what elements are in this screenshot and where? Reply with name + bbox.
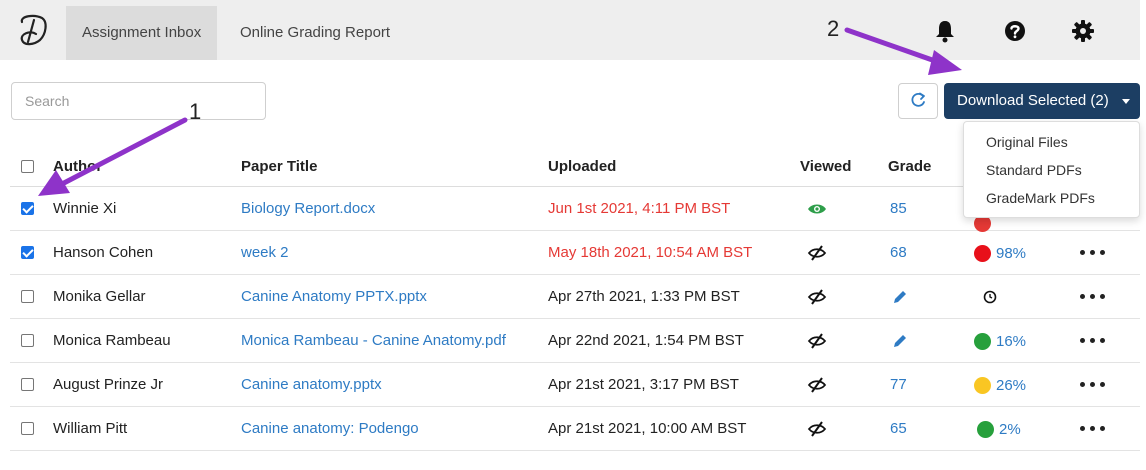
help-icon[interactable] — [1002, 18, 1028, 44]
annotation-label-2: 2 — [827, 16, 840, 41]
more-options-icon[interactable] — [1080, 250, 1110, 256]
similarity-value: 26% — [996, 377, 1027, 394]
paper-title-link[interactable]: Canine Anatomy PPTX.pptx — [241, 288, 427, 305]
upload-date: Apr 27th 2021, 1:33 PM BST — [548, 288, 740, 305]
refresh-button[interactable] — [898, 83, 938, 119]
menu-item-standard-pdfs[interactable]: Standard PDFs — [964, 156, 1139, 184]
author-name: Monica Rambeau — [53, 332, 171, 349]
paper-title-link[interactable]: Canine anatomy.pptx — [241, 376, 382, 393]
upload-date: Apr 21st 2021, 3:17 PM BST — [548, 376, 739, 393]
author-name: Monika Gellar — [53, 288, 146, 305]
row-checkbox[interactable] — [21, 202, 34, 215]
header-viewed[interactable]: Viewed — [800, 158, 851, 175]
refresh-icon — [911, 92, 925, 107]
table-row: Monica Rambeau Monica Rambeau - Canine A… — [10, 319, 1140, 363]
upload-date: Apr 22nd 2021, 1:54 PM BST — [548, 332, 744, 349]
pencil-icon[interactable] — [891, 288, 909, 306]
eye-icon — [808, 204, 826, 214]
upload-date: Jun 1st 2021, 4:11 PM BST — [548, 200, 731, 217]
header-author[interactable]: Author — [53, 158, 102, 175]
chevron-down-icon — [1122, 99, 1130, 104]
row-checkbox[interactable] — [21, 246, 34, 259]
more-options-icon[interactable] — [1080, 426, 1110, 432]
eye-slash-icon — [807, 245, 827, 261]
turnitin-logo-icon[interactable] — [14, 12, 54, 50]
grade-value[interactable]: 77 — [890, 376, 907, 393]
gear-icon[interactable] — [1070, 18, 1096, 44]
header-uploaded[interactable]: Uploaded — [548, 158, 616, 175]
table-row: Hanson Cohen week 2 May 18th 2021, 10:54… — [10, 231, 1140, 275]
table-row: August Prinze Jr Canine anatomy.pptx Apr… — [10, 363, 1140, 407]
similarity-dot — [974, 377, 991, 394]
annotation-label-1: 1 — [189, 99, 202, 124]
grade-value[interactable]: 85 — [890, 200, 907, 217]
download-selected-label: Download Selected (2) — [957, 92, 1109, 109]
author-name: William Pitt — [53, 420, 128, 437]
row-checkbox[interactable] — [21, 422, 34, 435]
header-grade[interactable]: Grade — [888, 158, 931, 175]
author-name: August Prinze Jr — [53, 376, 164, 393]
clock-icon — [983, 290, 997, 304]
upload-date: Apr 21st 2021, 10:00 AM BST — [548, 420, 747, 437]
table-row: William Pitt Canine anatomy: Podengo Apr… — [10, 407, 1140, 451]
paper-title-link[interactable]: week 2 — [241, 244, 289, 261]
similarity-value: 98% — [996, 245, 1027, 262]
paper-title-link[interactable]: Monica Rambeau - Canine Anatomy.pdf — [241, 332, 506, 349]
download-selected-button[interactable]: Download Selected (2) — [944, 83, 1140, 119]
row-checkbox[interactable] — [21, 290, 34, 303]
tab-assignment-inbox[interactable]: Assignment Inbox — [66, 6, 218, 60]
similarity-value: 2% — [999, 421, 1021, 438]
similarity-value: 16% — [996, 333, 1027, 350]
grade-value[interactable]: 65 — [890, 420, 907, 437]
more-options-icon[interactable] — [1080, 382, 1110, 388]
eye-slash-icon — [807, 333, 827, 349]
search-input[interactable] — [11, 82, 266, 120]
header-paper-title[interactable]: Paper Title — [241, 158, 317, 175]
paper-title-link[interactable]: Canine anatomy: Podengo — [241, 420, 419, 437]
author-name: Hanson Cohen — [53, 244, 154, 261]
author-name: Winnie Xi — [53, 200, 117, 217]
menu-item-grademark-pdfs[interactable]: GradeMark PDFs — [964, 184, 1139, 212]
pencil-icon[interactable] — [891, 332, 909, 350]
grade-value[interactable]: 68 — [890, 244, 907, 261]
top-nav-bar: Assignment Inbox Online Grading Report — [0, 0, 1140, 60]
similarity-dot — [974, 245, 991, 262]
paper-title-link[interactable]: Biology Report.docx — [241, 200, 375, 217]
table-row: Monika Gellar Canine Anatomy PPTX.pptx A… — [10, 275, 1140, 319]
more-options-icon[interactable] — [1080, 294, 1110, 300]
bell-icon[interactable] — [932, 18, 958, 44]
similarity-dot — [977, 421, 994, 438]
menu-item-original-files[interactable]: Original Files — [964, 128, 1139, 156]
select-all-checkbox[interactable] — [21, 160, 34, 173]
upload-date: May 18th 2021, 10:54 AM BST — [548, 244, 753, 261]
tab-online-grading-report[interactable]: Online Grading Report — [224, 6, 406, 60]
download-menu: Original Files Standard PDFs GradeMark P… — [963, 121, 1140, 218]
row-checkbox[interactable] — [21, 334, 34, 347]
more-options-icon[interactable] — [1080, 338, 1110, 344]
eye-slash-icon — [807, 289, 827, 305]
eye-slash-icon — [807, 377, 827, 393]
similarity-dot — [974, 333, 991, 350]
eye-slash-icon — [807, 421, 827, 437]
row-checkbox[interactable] — [21, 378, 34, 391]
